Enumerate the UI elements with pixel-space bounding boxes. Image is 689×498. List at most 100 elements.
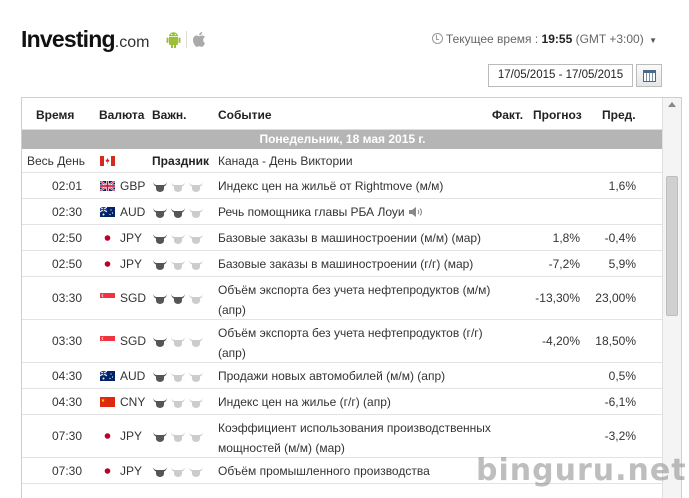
table-row[interactable]: 02:50 JPY Базовые заказы в машиностроении … bbox=[22, 251, 663, 277]
flag-gb-icon bbox=[100, 181, 115, 191]
row-importance bbox=[152, 180, 206, 194]
col-event[interactable]: Событие bbox=[218, 108, 272, 122]
row-time: 04:30 bbox=[51, 395, 82, 409]
event-rows: 02:01 GBP Индекс цен на жильё от Rightmove… bbox=[22, 173, 663, 484]
flag-au-icon bbox=[100, 207, 115, 217]
bull-empty-icon bbox=[189, 182, 203, 192]
clock-icon bbox=[431, 33, 443, 44]
row-event[interactable]: Продажи новых автомобилей (м/м) (апр) bbox=[218, 366, 493, 386]
table-row[interactable]: 07:30 JPY Коэффициент использования произв… bbox=[22, 415, 663, 458]
row-importance bbox=[152, 206, 206, 220]
table-row[interactable]: 02:30 AUD Речь помощника главы РБА Лоуи bbox=[22, 199, 663, 225]
bull-empty-icon bbox=[189, 372, 203, 382]
row-currency: SGD bbox=[120, 334, 147, 348]
col-importance[interactable]: Важн. bbox=[152, 108, 186, 122]
row-currency: JPY bbox=[120, 257, 143, 271]
col-actual[interactable]: Факт. bbox=[492, 108, 523, 122]
clock-label: Текущее время : bbox=[445, 32, 539, 46]
row-event-text: Индекс цен на жильё от Rightmove (м/м) bbox=[218, 179, 444, 193]
row-currency: SGD bbox=[120, 291, 147, 305]
icon-divider bbox=[186, 31, 187, 48]
watermark-text: binguru.net bbox=[476, 453, 687, 488]
holiday-time: Весь День bbox=[27, 154, 85, 168]
row-forecast: -7,2% bbox=[548, 257, 580, 271]
bull-empty-icon bbox=[171, 432, 185, 442]
row-event[interactable]: Базовые заказы в машиностроении (г/г) (м… bbox=[218, 254, 493, 274]
row-event[interactable]: Объём экспорта без учета нефтепродуктов … bbox=[218, 323, 493, 363]
row-event-text: Объём экспорта без учета нефтепродуктов … bbox=[218, 326, 483, 360]
row-currency: GBP bbox=[120, 179, 146, 193]
scroll-up-icon[interactable] bbox=[668, 102, 676, 107]
row-event[interactable]: Речь помощника главы РБА Лоуи bbox=[218, 202, 493, 222]
current-time[interactable]: Текущее время : 19:55 (GMT +3:00) ▼ bbox=[431, 32, 657, 46]
scroll-thumb[interactable] bbox=[666, 176, 678, 316]
row-time: 07:30 bbox=[51, 464, 82, 478]
bull-empty-icon bbox=[189, 294, 203, 304]
holiday-row[interactable]: Весь День Праздник Канада - День Виктори… bbox=[22, 149, 663, 173]
table-row[interactable]: 03:30 SGD Объём экспорта без учета нефтепр… bbox=[22, 277, 663, 320]
bull-filled-icon bbox=[153, 372, 167, 382]
clock-timezone: (GMT +3:00) bbox=[575, 32, 644, 46]
flag-sg-icon bbox=[100, 336, 115, 346]
table-row[interactable]: 04:30 CNY Индекс цен на жилье (г/г) (апр) -… bbox=[22, 389, 663, 415]
row-event[interactable]: Индекс цен на жилье (г/г) (апр) bbox=[218, 392, 493, 412]
flag-jp-icon bbox=[100, 431, 115, 441]
logo-domain: .com bbox=[114, 34, 150, 51]
bull-empty-icon bbox=[189, 234, 203, 244]
row-event[interactable]: Базовые заказы в машиностроении (м/м) (м… bbox=[218, 228, 493, 248]
row-previous: -0,4% bbox=[604, 231, 636, 245]
bull-filled-icon bbox=[171, 208, 185, 218]
col-time[interactable]: Время bbox=[36, 108, 74, 122]
row-time: 02:30 bbox=[51, 205, 82, 219]
row-event-text: Базовые заказы в машиностроении (г/г) (м… bbox=[218, 257, 474, 271]
table-row[interactable]: 03:30 SGD Объём экспорта без учета нефтепр… bbox=[22, 320, 663, 363]
apple-icon[interactable] bbox=[193, 31, 208, 48]
col-currency[interactable]: Валюта bbox=[99, 108, 144, 122]
bull-empty-icon bbox=[171, 260, 185, 270]
row-previous: -3,2% bbox=[604, 429, 636, 443]
row-importance bbox=[152, 370, 206, 384]
row-event[interactable]: Объём промышленного производства bbox=[218, 461, 493, 481]
android-icon[interactable] bbox=[166, 31, 181, 48]
row-time: 07:30 bbox=[51, 429, 82, 443]
chevron-down-icon[interactable]: ▼ bbox=[649, 36, 657, 45]
table-row[interactable]: 04:30 AUD Продажи новых автомобилей (м/м) … bbox=[22, 363, 663, 389]
flag-ca-icon bbox=[100, 156, 115, 166]
calendar-icon bbox=[643, 70, 656, 82]
scrollbar[interactable] bbox=[662, 98, 681, 498]
bull-empty-icon bbox=[189, 260, 203, 270]
flag-jp-icon bbox=[100, 233, 115, 243]
bull-empty-icon bbox=[171, 398, 185, 408]
row-event[interactable]: Индекс цен на жильё от Rightmove (м/м) bbox=[218, 176, 493, 196]
row-currency: JPY bbox=[120, 231, 143, 245]
bull-filled-icon bbox=[153, 260, 167, 270]
bull-empty-icon bbox=[171, 372, 185, 382]
row-previous: 0,5% bbox=[608, 369, 636, 383]
calendar-button[interactable] bbox=[636, 64, 662, 87]
bull-empty-icon bbox=[171, 234, 185, 244]
col-forecast[interactable]: Прогноз bbox=[533, 108, 582, 122]
row-importance bbox=[152, 465, 206, 479]
bull-filled-icon bbox=[153, 208, 167, 218]
flag-cn-icon bbox=[100, 397, 115, 407]
col-previous[interactable]: Пред. bbox=[602, 108, 636, 122]
bull-filled-icon bbox=[153, 234, 167, 244]
row-event[interactable]: Коэффициент использования производственн… bbox=[218, 418, 493, 458]
table-row[interactable]: 02:50 JPY Базовые заказы в машиностроении … bbox=[22, 225, 663, 251]
row-time: 02:01 bbox=[51, 179, 82, 193]
row-event-text: Коэффициент использования производственн… bbox=[218, 421, 491, 455]
row-currency: JPY bbox=[120, 429, 143, 443]
clock-time: 19:55 bbox=[541, 32, 573, 46]
bull-filled-icon bbox=[153, 294, 167, 304]
date-range-input[interactable]: 17/05/2015 - 17/05/2015 bbox=[488, 64, 633, 87]
table-header: Время Валюта Важн. Событие Факт. Прогноз… bbox=[22, 98, 663, 130]
bull-empty-icon bbox=[189, 432, 203, 442]
table-row[interactable]: 02:01 GBP Индекс цен на жильё от Rightmove… bbox=[22, 173, 663, 199]
bull-empty-icon bbox=[171, 467, 185, 477]
logo-brand: Investing bbox=[21, 26, 116, 52]
row-currency: AUD bbox=[120, 369, 146, 383]
bull-empty-icon bbox=[171, 182, 185, 192]
speech-icon bbox=[408, 207, 422, 217]
investing-logo[interactable]: Investing.com bbox=[21, 26, 149, 53]
row-event[interactable]: Объём экспорта без учета нефтепродуктов … bbox=[218, 280, 493, 320]
